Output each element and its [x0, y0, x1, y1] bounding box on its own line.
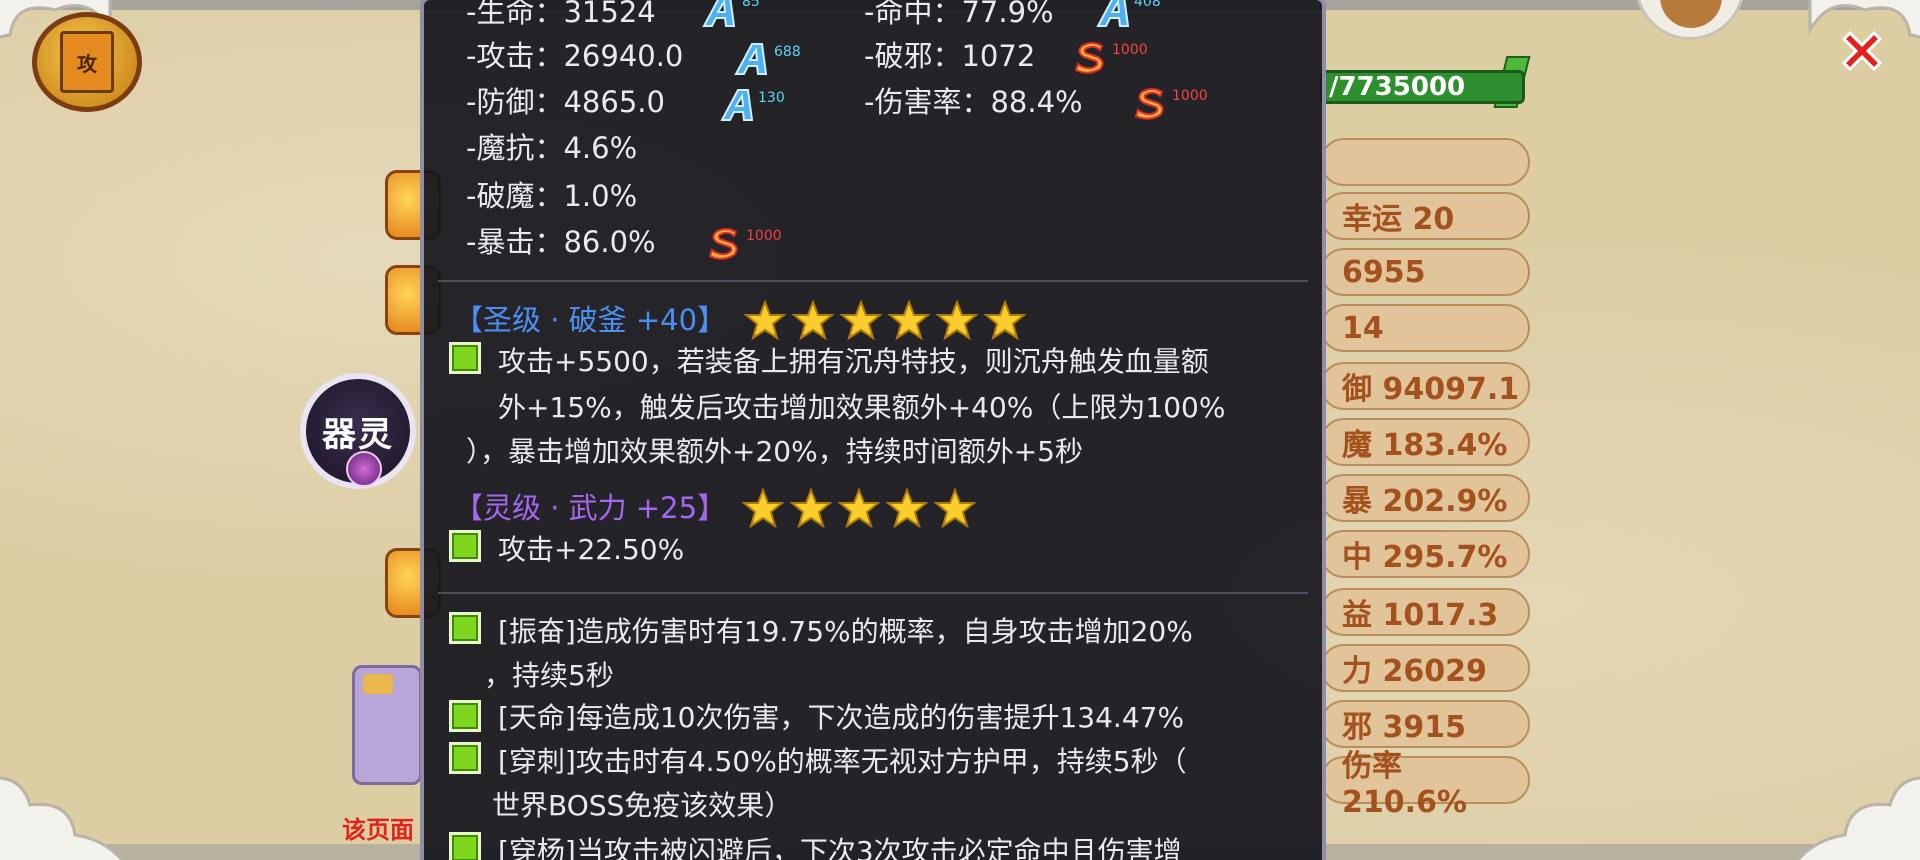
attribute-bar: 益 1017.3: [1320, 588, 1530, 636]
set-effect-line: 外+15%，触发后攻击增加效果额外+40%（上限为100%: [498, 391, 1226, 424]
equipment-card[interactable]: [352, 665, 422, 785]
rank-num: 1000: [746, 228, 782, 244]
stat-hit: -命中：77.9%: [864, 0, 1054, 29]
stat-attack: -攻击：26940.0: [466, 39, 684, 73]
stat-damage-rate: -伤害率：88.4%: [864, 85, 1083, 119]
rank-s-icon: [708, 228, 738, 260]
rank-num: 408: [1134, 0, 1161, 10]
close-icon: [1841, 30, 1883, 72]
attribute-bar: 力 26029: [1320, 644, 1530, 692]
stat-magic-resist: -魔抗：4.6%: [466, 131, 638, 165]
stat-crit: -暴击：86.0%: [466, 225, 656, 259]
skill-line: [天命]每造成10次伤害，下次造成的伤害提升134.47%: [498, 701, 1185, 734]
pet-face: [1660, 0, 1722, 28]
star-rating: [741, 487, 977, 532]
check-icon: [449, 700, 481, 732]
cloud-decoration: [1790, 760, 1920, 860]
skill-line: [穿刺]攻击时有4.50%的概率无视对方护甲，持续5秒（: [498, 745, 1187, 778]
hp-value: /7735000: [1329, 72, 1466, 102]
rank-a-icon: [734, 43, 768, 75]
attribute-bar: [1320, 138, 1530, 186]
set-title-pofu: 【圣级 · 破釜 +40】: [454, 303, 727, 337]
hp-bar: /7735000: [1320, 70, 1525, 104]
divider: [438, 592, 1308, 594]
check-icon: [449, 612, 481, 644]
stat-evil-break: -破邪：1072: [864, 39, 1036, 73]
attribute-bar: 6955: [1320, 248, 1530, 296]
qiling-label: 器灵: [322, 414, 394, 455]
rank-num: 688: [774, 44, 801, 60]
skill-line: 世界BOSS免疫该效果）: [492, 789, 793, 822]
rank-a-icon: [1096, 0, 1130, 27]
attribute-bar: 魔 183.4%: [1320, 418, 1530, 466]
stat-hp: -生命：31524: [466, 0, 656, 29]
star-icon: [839, 299, 883, 344]
attribute-bar: 幸运 20: [1320, 192, 1530, 240]
star-icon: [741, 487, 785, 532]
star-icon: [933, 487, 977, 532]
cloud-decoration: [0, 760, 130, 860]
equipment-tooltip-panel: -生命：31524 -攻击：26940.0 -防御：4865.0 -魔抗：4.6…: [420, 0, 1326, 860]
rank-s-icon: [1134, 88, 1164, 120]
close-button[interactable]: [1836, 25, 1888, 77]
check-icon: [449, 832, 481, 860]
rank-num: 130: [758, 90, 785, 106]
star-icon: [885, 487, 929, 532]
attribute-bar: 御 94097.1: [1320, 362, 1530, 410]
card-tag: [363, 674, 393, 694]
stat-defense: -防御：4865.0: [466, 85, 665, 119]
star-icon: [887, 299, 931, 344]
stat-magic-break: -破魔：1.0%: [466, 179, 638, 213]
swirl-icon: [346, 451, 382, 487]
skill-line: ，持续5秒: [484, 659, 614, 692]
star-icon: [983, 299, 1027, 344]
attribute-bar: 14: [1320, 304, 1530, 352]
qiling-button[interactable]: 器灵: [300, 373, 416, 489]
star-icon: [837, 487, 881, 532]
check-icon: [449, 342, 481, 374]
attribute-bar: 暴 202.9%: [1320, 474, 1530, 522]
set-effect-line: 攻击+22.50%: [498, 533, 685, 566]
set-title-wuli: 【灵级 · 武力 +25】: [454, 491, 727, 525]
attribute-bar: 伤率 210.6%: [1320, 749, 1530, 820]
rank-num: 1000: [1172, 88, 1208, 104]
skill-line: [穿杨]当攻击被闪避后，下次3次攻击必定命中且伤害增: [498, 835, 1182, 860]
divider: [438, 280, 1308, 282]
check-icon: [449, 530, 481, 562]
rank-a-icon: [720, 89, 754, 121]
skill-line: [振奋]造成伤害时有19.75%的概率，自身攻击增加20%: [498, 615, 1193, 648]
rank-num: 1000: [1112, 42, 1148, 58]
star-icon: [791, 299, 835, 344]
tooltip-content: -生命：31524 -攻击：26940.0 -防御：4865.0 -魔抗：4.6…: [424, 0, 1322, 860]
star-icon: [935, 299, 979, 344]
star-icon: [789, 487, 833, 532]
attribute-bar: 中 295.7%: [1320, 530, 1530, 578]
set-effect-line: ），暴击增加效果额外+20%，持续时间额外+5秒: [466, 435, 1083, 468]
rank-s-icon: [1074, 42, 1104, 74]
rank-num: 85: [742, 0, 760, 10]
book-icon: 攻: [60, 31, 114, 93]
book-icon-char: 攻: [77, 51, 97, 76]
star-icon: [743, 299, 787, 344]
set-effect-line: 攻击+5500，若装备上拥有沉舟特技，则沉舟触发血量额: [498, 345, 1209, 378]
check-icon: [449, 742, 481, 774]
star-rating: [743, 299, 1027, 344]
attack-book-button[interactable]: 攻: [32, 12, 142, 112]
page-hint-text: 该页面: [342, 816, 414, 844]
rank-a-icon: [702, 0, 736, 27]
